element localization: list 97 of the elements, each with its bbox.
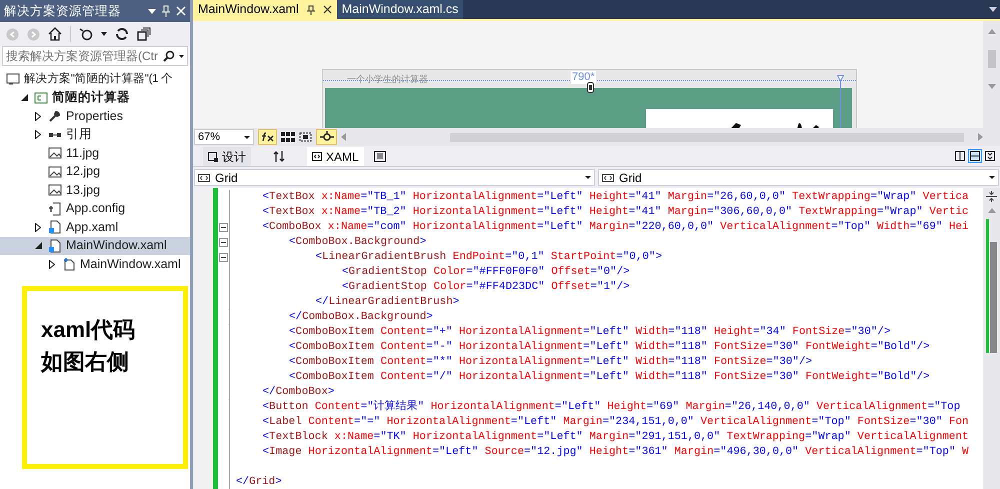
snap-grid-icon[interactable] <box>299 132 312 142</box>
caret-icon <box>585 176 591 179</box>
tree-item[interactable]: Properties <box>0 107 190 126</box>
code-line: <GradientStop Color="#FF4D23DC" Offset="1"/> <box>341 280 630 295</box>
dropdown-caret-icon[interactable] <box>101 32 107 36</box>
code-line: <ComboBox x:Name="com" HorizontalAlignment="Left" Margin="220,60,0,0" VerticalAlignment="Top" Width="69" Hei <box>262 220 969 235</box>
zoom-dropdown[interactable]: 67% <box>194 129 254 145</box>
snap-lines-toggle[interactable] <box>316 129 337 145</box>
note-text: 如图右侧 <box>41 348 130 376</box>
xaml-file-icon <box>48 238 62 253</box>
split-view-button[interactable] <box>968 149 982 163</box>
code-line: <ComboBoxItem Content="*" HorizontalAlignment="Left" Width="118" FontSize="30"/> <box>288 355 812 370</box>
home-icon[interactable] <box>48 27 62 41</box>
dropdown-caret-icon[interactable] <box>989 7 997 12</box>
design-icon <box>208 152 218 162</box>
split-view-button[interactable] <box>983 149 997 163</box>
solution-icon <box>6 72 20 86</box>
image-file-icon <box>48 183 62 198</box>
code-line: <ComboBoxItem Content="/" HorizontalAlignment="Left" Width="118" FontSize="30" FontWeight="Bold"/> <box>288 370 930 385</box>
code-line: <TextBlock x:Name="TK" HorizontalAlignment="Left" Margin="291,151,0,0" TextWrapping="Wrap" VerticalAlignment <box>262 430 969 445</box>
split-view-button[interactable] <box>953 149 967 163</box>
wrench-icon <box>48 109 62 124</box>
search-icon[interactable] <box>163 50 175 62</box>
document-tab[interactable]: MainWindow.xaml.cs <box>336 0 464 19</box>
image-file-icon <box>48 146 62 160</box>
swap-panes-icon[interactable] <box>273 151 285 162</box>
collapse-all-icon[interactable] <box>137 27 151 41</box>
tree-item[interactable]: 11.jpg <box>0 144 190 162</box>
scrollbar-thumb[interactable] <box>988 50 996 68</box>
code-file-icon <box>62 257 76 272</box>
grid-handle-icon[interactable] <box>587 82 594 93</box>
expanded-arrow-icon[interactable] <box>20 94 28 102</box>
grid-icon[interactable] <box>281 132 295 142</box>
row-marker-icon[interactable] <box>837 75 844 128</box>
refresh-icon[interactable] <box>115 27 129 41</box>
collapsed-arrow-icon[interactable] <box>35 222 41 232</box>
element-icon <box>198 174 210 182</box>
collapse-box-icon[interactable] <box>219 223 228 232</box>
csharp-project-icon <box>34 90 48 105</box>
tree-item[interactable]: 简陋的计算器 <box>0 88 190 107</box>
code-line: <ComboBox.Background> <box>288 235 426 250</box>
scrollbar-thumb[interactable] <box>990 242 997 353</box>
tree-item[interactable]: MainWindow.xaml <box>0 236 190 255</box>
code-line: </LinearGradientBrush> <box>314 295 460 310</box>
dropdown-caret-icon[interactable] <box>148 8 156 14</box>
vertical-scrollbar[interactable] <box>983 21 1000 128</box>
code-line: </Grid> <box>235 475 282 489</box>
fx-icon <box>261 132 274 142</box>
collapse-box-icon[interactable] <box>219 238 228 247</box>
tree-item[interactable]: App.config <box>0 200 190 218</box>
code-line: <GradientStop Color="#FFF0F0F0" Offset="0"/> <box>341 265 630 280</box>
width-label: 790* <box>571 71 596 84</box>
caret-icon <box>244 136 250 138</box>
code-icon <box>312 152 322 161</box>
config-file-icon <box>48 202 62 216</box>
code-scrollbar[interactable] <box>983 188 1000 489</box>
view-tab[interactable]: XAML <box>307 147 364 166</box>
tree-item[interactable]: 引用 <box>0 126 190 144</box>
tree-item[interactable]: App.xaml <box>0 218 190 236</box>
caret-icon <box>989 176 995 179</box>
history-icon[interactable] <box>79 27 93 41</box>
tree-item[interactable]: 解决方案"简陋的计算器"(1 个 <box>0 70 190 88</box>
horizontal-scrollbar-thumb[interactable] <box>450 132 964 142</box>
view-tab[interactable]: 设计 <box>203 147 251 166</box>
crosshair-icon <box>320 131 334 143</box>
code-line: <Button Content="计算结果" HorizontalAlignment="Left" Height="69" Margin="26,140,0,0" VerticalAlignment="Top <box>262 400 960 415</box>
close-icon[interactable] <box>322 5 332 14</box>
collapse-box-icon[interactable] <box>219 253 228 262</box>
document-tab[interactable]: MainWindow.xaml <box>193 0 337 19</box>
code-line: <Image HorizontalAlignment="Left" Source="12.jpg" Height="361" Margin="496,30,0,0" VerticalAlignment="Top" W <box>262 445 969 460</box>
search-field[interactable]: 搜索解决方案资源管理器(Ctr <box>2 46 188 66</box>
code-line: <LinearGradientBrush EndPoint="0,1" StartPoint="0,0"> <box>314 250 662 265</box>
tree-item[interactable]: 13.jpg <box>0 181 190 200</box>
collapsed-arrow-icon[interactable] <box>49 260 55 269</box>
document-outline-icon[interactable] <box>374 151 386 162</box>
code-line: <ComboBoxItem Content="-" HorizontalAlignment="Left" Width="118" FontSize="30" FontWeight="Bold"/> <box>288 340 930 355</box>
code-line: <TextBox x:Name="TB_2" HorizontalAlignment="Left" Height="41" Margin="306,60,0,0" TextWrapping="Wrap" Vertic <box>262 205 969 220</box>
code-line: </ComboBox.Background> <box>288 310 433 325</box>
code-line: <Label Content="=" HorizontalAlignment="Left" Margin="234,151,0,0" VerticalAlignment="Top" FontSize="30" Fon <box>262 415 969 430</box>
tree-item[interactable]: MainWindow.xaml <box>0 255 190 274</box>
code-line: <ComboBoxItem Content="+" HorizontalAlignment="Left" Width="118" Height="34" FontSize="30"/> <box>288 325 890 340</box>
tree-item[interactable]: 12.jpg <box>0 162 190 181</box>
designer-window-title: 一个小学生的计算器 <box>347 73 428 86</box>
formula-toggle[interactable] <box>258 129 277 145</box>
xaml-file-icon <box>48 220 62 234</box>
image-file-icon <box>48 164 62 179</box>
pin-icon[interactable] <box>306 4 315 14</box>
element-dropdown[interactable]: Grid <box>598 169 999 186</box>
code-line: <TextBox x:Name="TB_1" HorizontalAlignment="Left" Height="41" Margin="26,60,0,0" TextWrapping="Wrap" Vertica <box>262 190 969 205</box>
element-icon <box>602 174 614 182</box>
element-dropdown[interactable]: Grid <box>194 169 595 186</box>
code-line: </ComboBox> <box>262 385 334 400</box>
note-text: xaml代码 <box>41 316 136 344</box>
panel-title: 解决方案资源管理器 <box>4 2 122 20</box>
splitter-icon[interactable] <box>986 191 997 202</box>
dropdown-caret-icon[interactable] <box>179 54 184 58</box>
expanded-arrow-icon[interactable] <box>34 242 42 250</box>
